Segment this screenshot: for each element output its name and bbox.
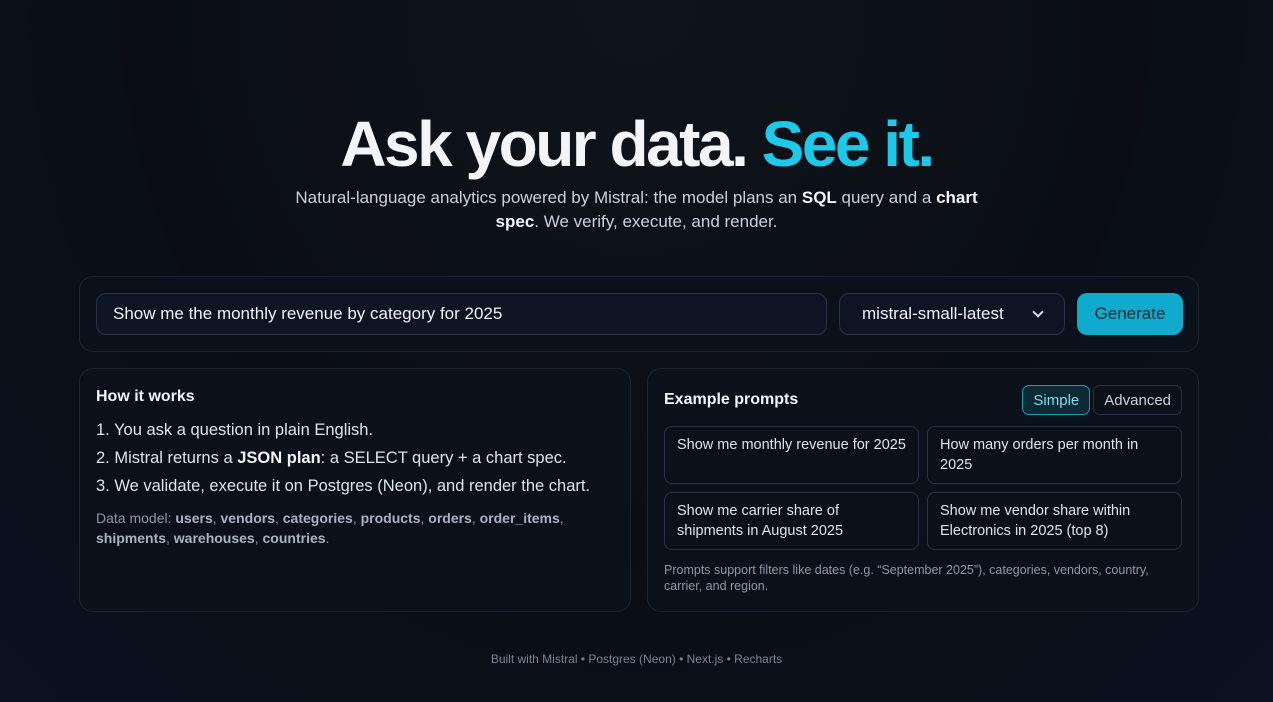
example-prompt[interactable]: Show me vendor share within Electronics … — [927, 492, 1182, 550]
subtitle-sql: SQL — [801, 188, 837, 207]
data-model-label: Data model: — [96, 510, 176, 526]
hero-title: Ask your data. See it. — [0, 108, 1273, 180]
prompt-mode-toggle: Simple Advanced — [1022, 385, 1182, 415]
how-it-works-title: How it works — [96, 388, 195, 405]
model-select-value: mistral-small-latest — [862, 304, 1004, 323]
question-input[interactable] — [96, 293, 827, 335]
example-prompt[interactable]: How many orders per month in 2025 — [927, 426, 1182, 484]
hero-title-main: Ask your data. — [340, 108, 749, 180]
subtitle-text: query and a — [836, 188, 937, 207]
hero: Ask your data. See it. Natural-language … — [0, 108, 1273, 234]
table-name: categories — [282, 510, 353, 526]
hero-title-accent: See it. — [761, 108, 936, 180]
step-2-text: 2. Mistral returns a — [96, 449, 238, 467]
example-prompt[interactable]: Show me carrier share of shipments in Au… — [664, 492, 919, 550]
table-name: orders — [428, 510, 472, 526]
step-3: 3. We validate, execute it on Postgres (… — [96, 477, 591, 495]
model-select[interactable]: mistral-small-latest — [839, 293, 1065, 335]
table-name: shipments — [96, 530, 167, 546]
subtitle-text: . We verify, execute, and render. — [534, 212, 778, 231]
steps-list: 1. You ask a question in plain English. … — [96, 416, 614, 500]
how-it-works-panel: How it works 1. You ask a question in pl… — [79, 368, 631, 612]
step-1: 1. You ask a question in plain English. — [96, 421, 374, 439]
table-name: vendors — [220, 510, 275, 526]
chevron-down-icon — [1032, 306, 1044, 318]
prompt-grid: Show me monthly revenue for 2025 How man… — [664, 426, 1182, 550]
example-prompts-header: Example prompts Simple Advanced — [664, 385, 1182, 415]
table-name: warehouses — [173, 530, 255, 546]
example-prompts-panel: Example prompts Simple Advanced Show me … — [647, 368, 1199, 612]
step-2-text: : a SELECT query + a chart spec. — [320, 449, 567, 467]
example-prompts-title: Example prompts — [664, 391, 799, 408]
table-name: countries — [262, 530, 326, 546]
prompts-hint: Prompts support filters like dates (e.g.… — [664, 563, 1149, 593]
page: Ask your data. See it. Natural-language … — [0, 0, 1273, 702]
hero-subtitle: Natural-language analytics powered by Mi… — [287, 186, 987, 234]
step-2-json-plan: JSON plan — [237, 449, 321, 467]
table-name: users — [175, 510, 213, 526]
table-name: order_items — [479, 510, 560, 526]
table-name: products — [360, 510, 421, 526]
tab-simple[interactable]: Simple — [1022, 385, 1091, 415]
footer: Built with Mistral • Postgres (Neon) • N… — [490, 652, 783, 666]
data-model: Data model: users, vendors, categories, … — [96, 510, 564, 546]
query-card: mistral-small-latest Generate — [79, 276, 1199, 352]
tab-advanced[interactable]: Advanced — [1093, 385, 1182, 415]
example-prompt[interactable]: Show me monthly revenue for 2025 — [664, 426, 919, 484]
step-2: 2. Mistral returns a JSON plan: a SELECT… — [96, 444, 614, 472]
subtitle-text: Natural-language analytics powered by Mi… — [295, 188, 802, 207]
generate-button[interactable]: Generate — [1077, 293, 1183, 335]
